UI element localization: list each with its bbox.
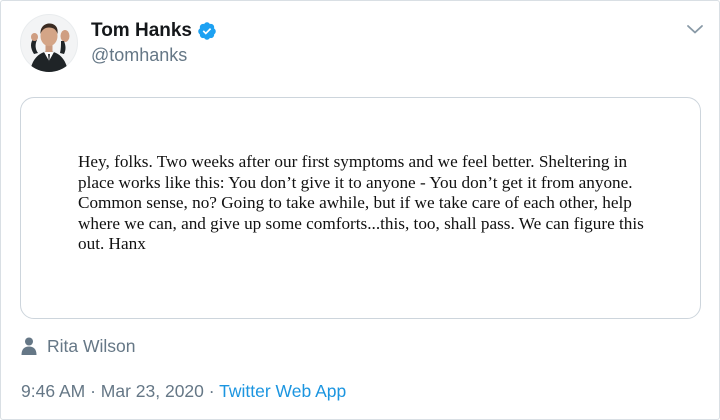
meta-separator: · [85, 381, 101, 401]
author-name-row[interactable]: Tom Hanks [91, 20, 217, 42]
tweet-card: Tom Hanks @tomhanks Hey, folks. Two week… [0, 0, 720, 420]
tagged-user-name[interactable]: Rita Wilson [47, 335, 136, 357]
meta-separator: · [203, 381, 220, 401]
chevron-down-icon [687, 25, 703, 34]
author-handle[interactable]: @tomhanks [91, 44, 187, 66]
display-name[interactable]: Tom Hanks [91, 20, 192, 42]
tweet-time[interactable]: 9:46 AM [21, 381, 85, 401]
tweet-date[interactable]: Mar 23, 2020 [101, 381, 204, 401]
tweet-menu-button[interactable] [683, 17, 707, 41]
tweet-source-link[interactable]: Twitter Web App [219, 381, 346, 401]
image-note-text: Hey, folks. Two weeks after our first sy… [78, 152, 644, 253]
person-icon [21, 337, 37, 355]
avatar[interactable] [20, 14, 78, 72]
verified-badge-icon [197, 21, 217, 41]
profile-photo-icon [20, 14, 78, 72]
tagged-user[interactable]: Rita Wilson [21, 335, 136, 357]
tweet-image[interactable]: Hey, folks. Two weeks after our first sy… [20, 97, 701, 319]
tweet-metadata: 9:46 AM · Mar 23, 2020 · Twitter Web App [21, 380, 346, 402]
